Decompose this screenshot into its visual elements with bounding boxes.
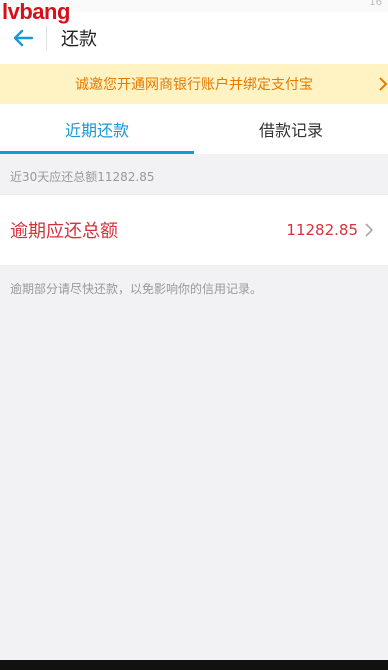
status-text: 16 (369, 0, 382, 8)
summary-text: 近30天应还总额11282.85 (10, 170, 155, 184)
watermark: lvbang (2, 0, 70, 24)
notice-banner[interactable]: 诚邀您开通网商银行账户并绑定支付宝 (0, 64, 388, 104)
notice-text: 诚邀您开通网商银行账户并绑定支付宝 (75, 77, 313, 93)
tab-bar: 近期还款 借款记录 (0, 104, 388, 154)
overdue-amount: 11282.85 (286, 221, 358, 239)
overdue-label: 逾期应还总额 (10, 221, 118, 242)
arrow-left-icon (13, 29, 33, 47)
bottom-bar (0, 660, 388, 670)
page-title: 还款 (61, 29, 97, 50)
chevron-right-icon (379, 77, 388, 91)
hint-text: 逾期部分请尽快还款，以免影响你的信用记录。 (10, 282, 263, 296)
header-divider (46, 26, 47, 50)
overdue-total-row[interactable]: 逾期应还总额 11282.85 (0, 194, 388, 266)
tab-loan-records[interactable]: 借款记录 (194, 104, 388, 154)
chevron-right-icon (364, 222, 382, 238)
tab-recent-repayment[interactable]: 近期还款 (0, 104, 194, 154)
